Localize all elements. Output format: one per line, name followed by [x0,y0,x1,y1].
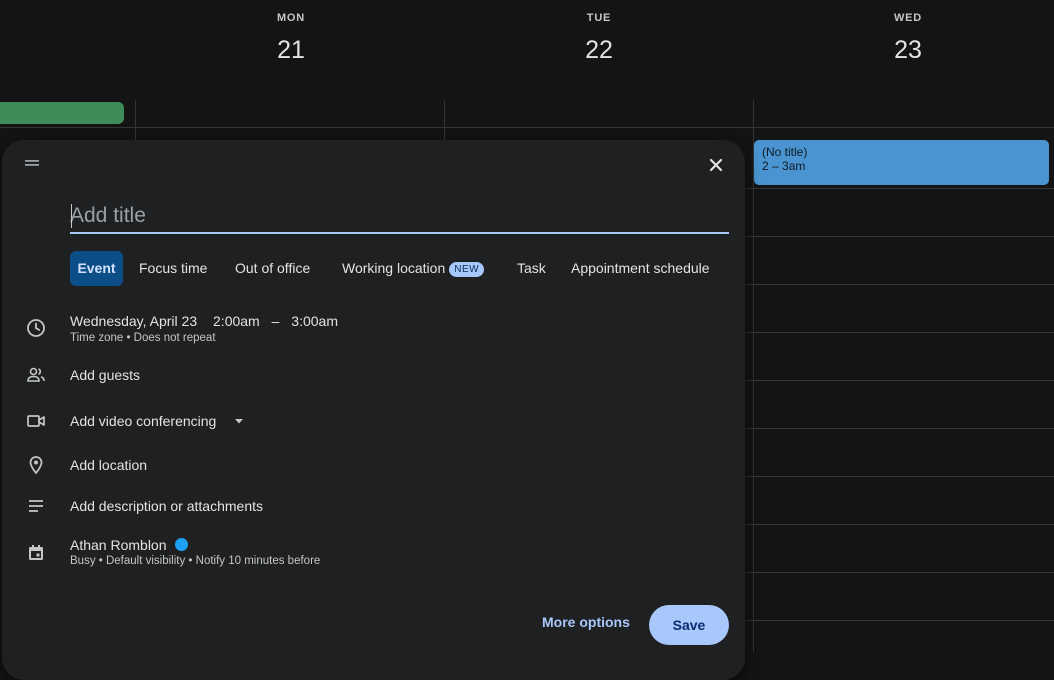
event-date[interactable]: Wednesday, April 23 [70,313,197,329]
more-options-button[interactable]: More options [542,614,630,630]
event-time: 2 – 3am [762,159,806,173]
day-header-mon[interactable]: MON 21 [231,0,351,80]
calendar-icon [29,545,43,560]
day-header-wed[interactable]: WED 23 [848,0,968,80]
time-separator: – [271,313,280,329]
day-number[interactable]: 23 [848,36,968,65]
hour-line [745,236,1054,237]
new-badge: NEW [449,262,485,277]
tab-event[interactable]: Event [70,251,123,286]
save-button[interactable]: Save [649,605,729,645]
add-description-field[interactable]: Add description or attachments [70,498,263,514]
hour-line [745,284,1054,285]
event-title: (No title) [762,145,808,159]
allday-event[interactable] [0,102,124,124]
datetime-row[interactable]: Wednesday, April 23 2:00am – 3:00am [70,313,338,329]
tab-out-of-office[interactable]: Out of office [235,251,310,286]
calendar-event[interactable]: (No title) 2 – 3am [754,140,1049,185]
tab-focus-time[interactable]: Focus time [139,251,207,286]
tab-label: Working location [342,260,446,276]
tab-appointment-schedule[interactable]: Appointment schedule [571,251,710,286]
availability-settings[interactable]: Busy • Default visibility • Notify 10 mi… [70,555,320,567]
event-end-time[interactable]: 3:00am [291,313,338,329]
chevron-down-icon[interactable] [233,416,245,426]
timezone-repeat-link[interactable]: Time zone • Does not repeat [70,332,216,344]
video-label: Add video conferencing [70,413,217,429]
quick-event-dialog: Event Focus time Out of office Working l… [2,140,745,680]
location-pin-icon [29,456,43,475]
allday-divider [0,127,1054,128]
calendar-color-dot [174,538,188,551]
close-icon[interactable] [705,154,727,176]
day-header-tue[interactable]: TUE 22 [539,0,659,80]
column-divider [444,100,445,140]
hour-line [745,380,1054,381]
tab-working-location[interactable]: Working location NEW [342,251,485,286]
people-icon [27,367,45,382]
column-divider [753,100,754,652]
notes-icon [29,500,43,512]
tab-task[interactable]: Task [517,251,546,286]
hour-line [745,188,1054,189]
calendar-owner-name: Athan Romblon [70,537,167,553]
drag-handle-icon[interactable] [24,158,40,168]
add-video-conferencing[interactable]: Add video conferencing [70,413,216,429]
add-guests-field[interactable]: Add guests [70,367,140,383]
clock-icon [27,319,45,337]
hour-line [745,476,1054,477]
calendar-selector[interactable]: Athan Romblon [70,537,188,553]
day-of-week: WED [893,12,923,24]
hour-line [745,572,1054,573]
title-input[interactable] [70,200,729,234]
video-icon [27,415,45,427]
hour-line [745,524,1054,525]
event-start-time[interactable]: 2:00am [213,313,260,329]
day-number[interactable]: 21 [231,36,351,65]
day-of-week: TUE [586,12,612,24]
day-number[interactable]: 22 [539,36,659,65]
hour-line [745,428,1054,429]
day-of-week: MON [276,12,306,24]
hour-line [745,620,1054,621]
add-location-field[interactable]: Add location [70,457,147,473]
column-divider [135,100,136,140]
text-caret [71,204,72,228]
hour-line [745,332,1054,333]
